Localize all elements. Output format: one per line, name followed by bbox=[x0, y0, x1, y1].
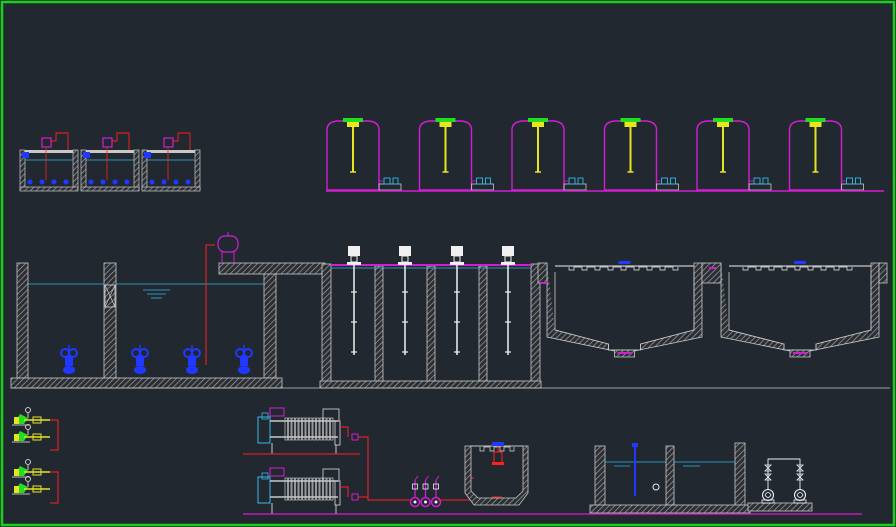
mixer bbox=[398, 246, 412, 355]
small-tank-group bbox=[19, 132, 201, 192]
diffuser bbox=[51, 179, 57, 185]
diffuser bbox=[161, 179, 167, 185]
clarifier-block bbox=[537, 261, 888, 358]
dosing-tank bbox=[326, 118, 380, 191]
clarifier bbox=[546, 261, 703, 358]
clarifier-wall-right bbox=[878, 262, 888, 284]
equalization-tank bbox=[10, 232, 326, 389]
small-tank bbox=[80, 132, 140, 192]
mixing-tank-block bbox=[319, 246, 542, 389]
sludge-feed-pump bbox=[420, 475, 431, 508]
submersible-pump bbox=[131, 345, 149, 374]
diffuser bbox=[63, 179, 69, 185]
roots-blower bbox=[761, 488, 775, 504]
submersible-pump bbox=[60, 345, 78, 374]
dosing-tank bbox=[511, 118, 565, 191]
diffuser bbox=[39, 179, 45, 185]
submersible-pump bbox=[183, 345, 201, 374]
dosing-skids bbox=[12, 407, 59, 504]
diffuser bbox=[185, 179, 191, 185]
blower-room bbox=[747, 458, 813, 512]
diffuser bbox=[100, 179, 106, 185]
pressure-tank bbox=[217, 235, 239, 253]
feed-pump-group bbox=[409, 475, 474, 508]
small-tank bbox=[141, 132, 201, 192]
sludge-feed-pump bbox=[430, 475, 442, 508]
dosing-pump bbox=[656, 177, 679, 191]
mixer bbox=[450, 246, 464, 355]
filter-press bbox=[243, 467, 360, 515]
diffuser bbox=[149, 179, 155, 185]
dosing-pump bbox=[471, 177, 494, 191]
dosing-tank-group bbox=[326, 118, 864, 191]
submersible-pump bbox=[235, 345, 253, 374]
mixer bbox=[347, 246, 361, 355]
mixer bbox=[501, 246, 515, 355]
dosing-pump bbox=[841, 177, 864, 191]
clear-water-tank bbox=[589, 442, 751, 514]
diffuser bbox=[27, 179, 33, 185]
clarifier-wall-left bbox=[537, 262, 548, 284]
filter-press-group bbox=[243, 407, 410, 515]
metering-pump-skid bbox=[12, 424, 50, 443]
drawing-border bbox=[0, 0, 896, 527]
diffuser bbox=[112, 179, 118, 185]
diffuser bbox=[124, 179, 130, 185]
roots-blower bbox=[793, 488, 807, 504]
filter-press bbox=[243, 407, 360, 455]
sludge-feed-pump bbox=[409, 475, 421, 508]
clarifier-wall-mid bbox=[701, 262, 722, 284]
cad-drawing bbox=[0, 0, 896, 527]
metering-pump-skid bbox=[12, 476, 50, 495]
dosing-tank bbox=[603, 118, 658, 191]
dosing-tank bbox=[788, 118, 843, 191]
metering-pump-skid bbox=[12, 459, 50, 478]
dosing-tank bbox=[696, 118, 750, 191]
dosing-pump bbox=[748, 177, 772, 191]
sludge-thickener bbox=[464, 442, 529, 506]
small-tank bbox=[19, 132, 79, 192]
diffuser bbox=[88, 179, 94, 185]
metering-pump-skid bbox=[12, 407, 50, 426]
diffuser bbox=[173, 179, 179, 185]
dosing-pump bbox=[563, 177, 587, 191]
dosing-pump bbox=[378, 177, 402, 191]
clarifier bbox=[720, 261, 880, 358]
dosing-tank bbox=[418, 118, 473, 191]
